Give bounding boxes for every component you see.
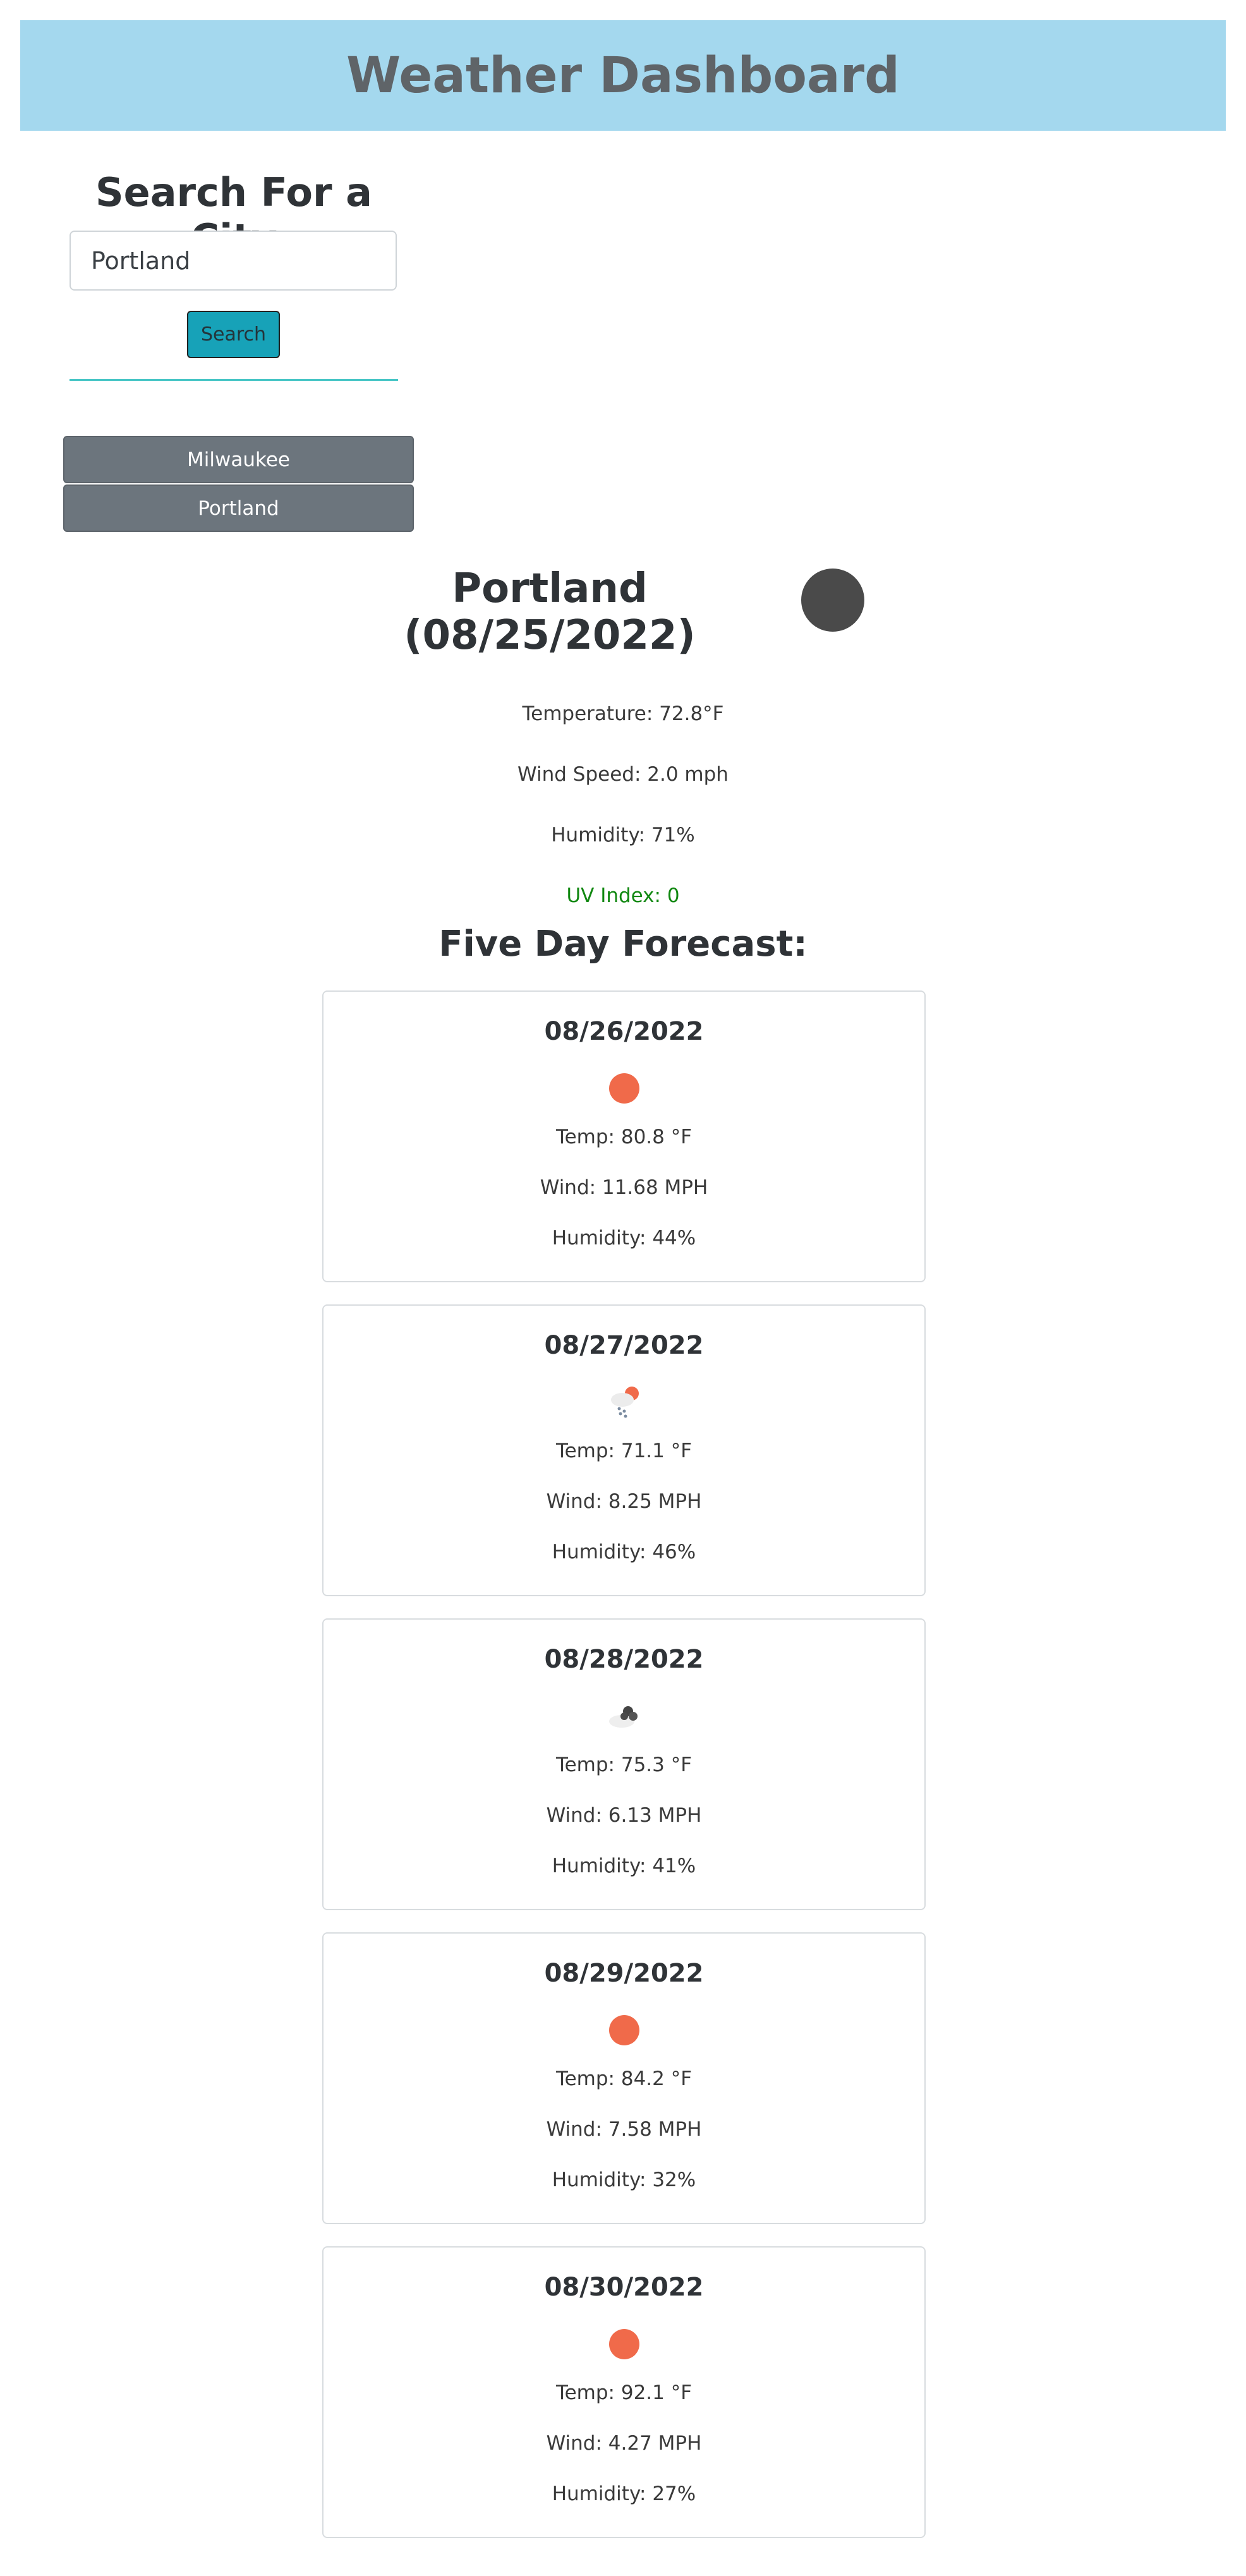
sun-icon [608,2015,639,2045]
search-divider [70,379,398,381]
forecast-temp: Temp: 80.8 °F [555,1126,693,1148]
forecast-card: 08/26/2022 Temp: 80.8 °F Wind: 11.68 MPH… [322,990,926,1282]
forecast-date: 08/28/2022 [544,1645,704,1674]
search-button[interactable]: Search [187,311,280,358]
forecast-wind: Wind: 6.13 MPH [546,1804,702,1827]
forecast-temp: Temp: 75.3 °F [555,1754,693,1776]
forecast-humidity: Humidity: 32% [552,2169,696,2191]
current-temperature: Temperature: 72.8°F [522,702,724,725]
forecast-heading: Five Day Forecast: [439,924,807,965]
cloudy-icon [608,1706,638,1728]
forecast-date: 08/30/2022 [544,2273,704,2302]
forecast-date: 08/26/2022 [544,1017,704,1046]
history-button-portland[interactable]: Portland [63,485,414,532]
forecast-temp: Temp: 71.1 °F [555,1440,693,1462]
forecast-date: 08/29/2022 [544,1959,704,1988]
city-search-input[interactable] [70,231,397,291]
sun-icon [608,2329,639,2359]
forecast-wind: Wind: 11.68 MPH [540,1176,708,1199]
current-humidity: Humidity: 71% [551,824,695,846]
forecast-card: 08/30/2022 Temp: 92.1 °F Wind: 4.27 MPH … [322,2246,926,2538]
current-weather-icon [801,569,864,632]
current-city-title: Portland (08/25/2022) [404,565,696,659]
page-header: Weather Dashboard [20,20,1226,131]
history-button-milwaukee[interactable]: Milwaukee [63,436,414,483]
forecast-humidity: Humidity: 41% [552,1855,696,1877]
forecast-wind: Wind: 7.58 MPH [546,2118,702,2141]
sun-icon [608,1073,639,1104]
forecast-wind: Wind: 8.25 MPH [546,1490,702,1513]
forecast-temp: Temp: 84.2 °F [555,2067,693,2090]
current-uv-index: UV Index: 0 [566,884,680,907]
forecast-humidity: Humidity: 46% [552,1541,696,1563]
rain-sun-icon [610,1387,639,1418]
forecast-card: 08/28/2022 Temp: 75.3 °F Wind: 6.13 MPH … [322,1618,926,1910]
forecast-humidity: Humidity: 44% [552,1227,696,1249]
forecast-humidity: Humidity: 27% [552,2483,696,2505]
forecast-card: 08/27/2022 Temp: 71.1 °F Wind: 8.25 MPH … [322,1304,926,1596]
current-wind-speed: Wind Speed: 2.0 mph [517,763,729,786]
page-title: Weather Dashboard [346,47,900,104]
forecast-wind: Wind: 4.27 MPH [546,2432,702,2455]
forecast-card: 08/29/2022 Temp: 84.2 °F Wind: 7.58 MPH … [322,1932,926,2224]
forecast-date: 08/27/2022 [544,1331,704,1360]
forecast-temp: Temp: 92.1 °F [555,2381,693,2404]
